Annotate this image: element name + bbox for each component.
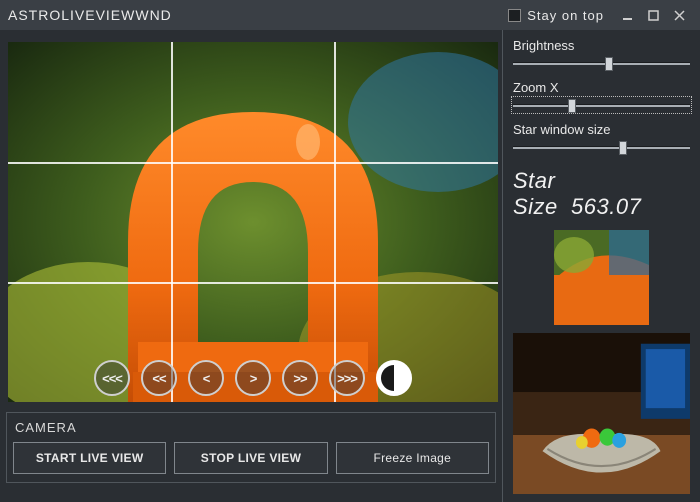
stop-live-view-button[interactable]: STOP LIVE VIEW (174, 442, 327, 474)
nav-last-button[interactable]: >>> (329, 360, 365, 396)
grid-line-h2 (8, 282, 498, 284)
stay-on-top-checkbox[interactable] (508, 9, 521, 22)
right-panel: Brightness Zoom X Star window size Star … (502, 30, 700, 502)
camera-panel: CAMERA START LIVE VIEW STOP LIVE VIEW Fr… (6, 412, 496, 483)
minimize-button[interactable] (614, 4, 640, 26)
window-title: ASTROLIVEVIEWWND (8, 7, 508, 23)
live-view-viewport[interactable]: <<< << < > >> >>> (8, 42, 498, 402)
star-window-size-label: Star window size (513, 122, 690, 137)
stay-on-top-label: Stay on top (527, 8, 604, 23)
zoom-x-label: Zoom X (513, 80, 690, 95)
brightness-slider[interactable] (513, 56, 690, 70)
nav-prev2-button[interactable]: << (141, 360, 177, 396)
close-button[interactable] (666, 4, 692, 26)
freeze-image-button[interactable]: Freeze Image (336, 442, 489, 474)
contrast-toggle-button[interactable] (376, 360, 412, 396)
full-scene-preview (513, 333, 690, 494)
star-size-label: Star Size (513, 168, 558, 219)
star-size-value: 563.07 (571, 194, 641, 219)
grid-line-v2 (334, 42, 336, 402)
nav-first-button[interactable]: <<< (94, 360, 130, 396)
left-panel: <<< << < > >> >>> CAMERA START LIVE VIEW… (0, 30, 502, 502)
brightness-label: Brightness (513, 38, 690, 53)
titlebar: ASTROLIVEVIEWWND Stay on top (0, 0, 700, 30)
nav-row: <<< << < > >> >>> (8, 360, 498, 396)
live-view-image (8, 42, 498, 402)
grid-line-h1 (8, 162, 498, 164)
camera-panel-header: CAMERA (13, 417, 489, 442)
nav-next2-button[interactable]: >> (282, 360, 318, 396)
zoom-preview-thumbnail (554, 230, 649, 325)
nav-prev-button[interactable]: < (188, 360, 224, 396)
zoom-x-slider[interactable] (513, 98, 690, 112)
start-live-view-button[interactable]: START LIVE VIEW (13, 442, 166, 474)
grid-line-v1 (171, 42, 173, 402)
star-window-size-slider[interactable] (513, 140, 690, 154)
stay-on-top-wrap[interactable]: Stay on top (508, 8, 604, 23)
star-size-readout: Star Size 563.07 (513, 168, 690, 220)
nav-next-button[interactable]: > (235, 360, 271, 396)
maximize-button[interactable] (640, 4, 666, 26)
